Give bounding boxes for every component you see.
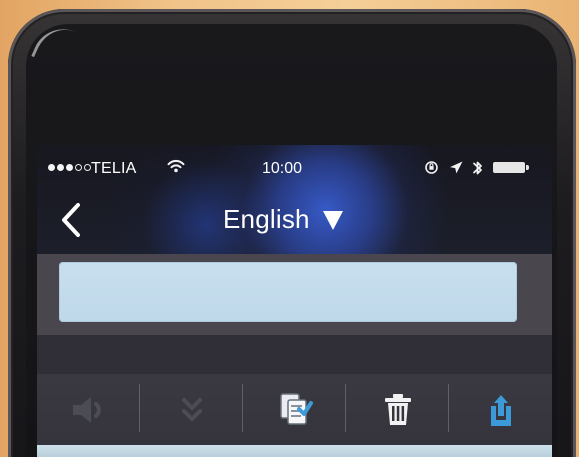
rotation-lock-icon [425, 161, 438, 174]
signal-dot [48, 164, 55, 171]
input-panel [37, 254, 552, 335]
signal-dot [57, 164, 64, 171]
signal-dot-empty [75, 164, 82, 171]
photo-scene: TELIA 10:00 English [0, 0, 579, 457]
speaker-icon [72, 396, 101, 423]
status-icons [424, 159, 544, 177]
double-chevron-down-icon [181, 397, 202, 421]
speaker-button[interactable] [37, 374, 140, 445]
scroll-down-button[interactable] [140, 374, 243, 445]
copy-button[interactable] [243, 374, 346, 445]
battery-icon [493, 162, 529, 173]
carrier-name: TELIA [91, 160, 137, 177]
bottom-toolbar [37, 374, 552, 445]
copy-check-icon [279, 392, 313, 425]
back-button[interactable] [57, 201, 85, 239]
status-bar: TELIA 10:00 [37, 145, 552, 193]
signal-strength-icon [48, 164, 91, 171]
signal-dot [66, 164, 73, 171]
share-icon [490, 394, 511, 426]
language-selector[interactable]: English [223, 204, 343, 235]
content-band [37, 335, 552, 374]
delete-button[interactable] [346, 374, 449, 445]
location-arrow-icon [450, 161, 463, 174]
bluetooth-icon [473, 161, 482, 175]
triangle-down-icon [322, 211, 343, 230]
trash-icon [384, 393, 411, 425]
text-input[interactable] [59, 262, 517, 322]
wifi-icon [167, 159, 185, 173]
status-time: 10:00 [262, 160, 303, 177]
result-panel-edge [37, 445, 552, 457]
signal-dot-empty [84, 164, 91, 171]
app-screen: TELIA 10:00 English [37, 145, 552, 457]
language-title: English [223, 204, 310, 234]
share-button[interactable] [449, 374, 552, 445]
